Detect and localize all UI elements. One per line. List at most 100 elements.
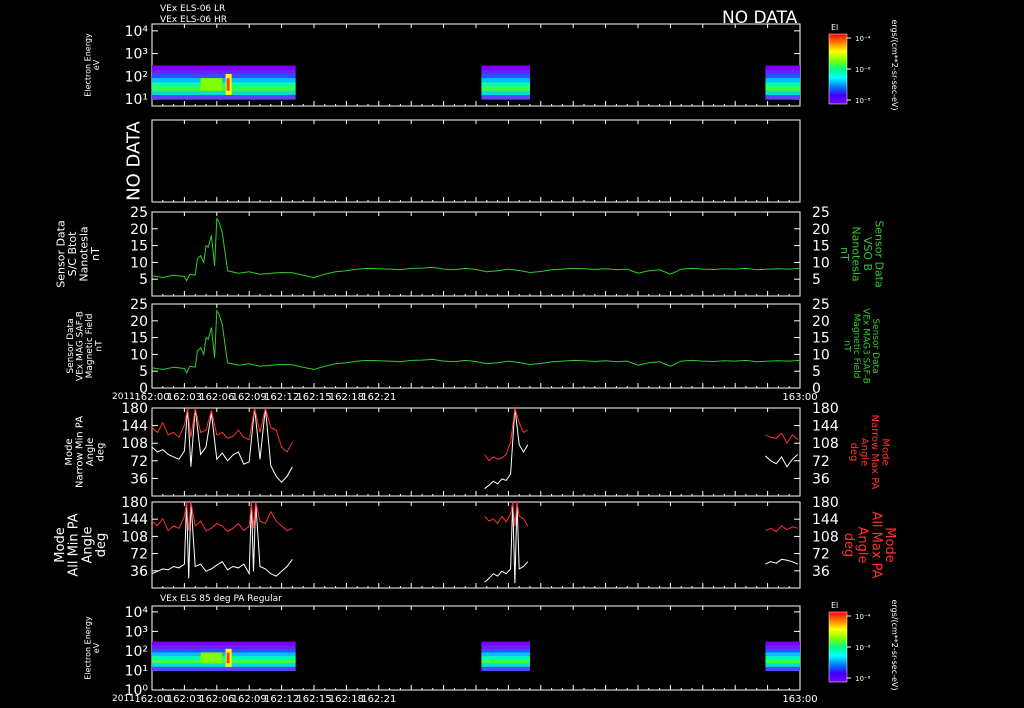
y-tick-label: 108 <box>121 529 148 545</box>
y-tick-label: 25 <box>130 297 148 313</box>
y-tick-label: 5 <box>139 272 148 288</box>
ylabel-bottom-line: eV <box>92 642 101 653</box>
time-tick-label: 162:12 <box>264 694 299 705</box>
spectrogram-band <box>481 648 530 653</box>
y-tick-label: 108 <box>121 436 148 452</box>
pa-all-series-5 <box>765 525 798 533</box>
nodata-panel-label-line: NO DATA <box>123 120 144 200</box>
ylabel-top: Electron Energy eV <box>84 33 101 97</box>
spectrogram-band <box>765 78 800 83</box>
time-tick-label: 162:21 <box>361 392 396 403</box>
y-tick-label-right: 144 <box>812 512 839 528</box>
spectrogram-peak <box>226 78 230 91</box>
y-tick-label-right: 36 <box>812 471 830 487</box>
spectrogram-band <box>765 663 800 668</box>
colorbar-tick-label: 10⁻⁶ <box>855 644 871 652</box>
y-tick-label-right: 15 <box>812 331 830 347</box>
spectrogram-band <box>152 652 296 657</box>
y-tick-label: 10⁴ <box>125 605 149 621</box>
spectrogram-band <box>481 666 530 671</box>
spectrogram-band <box>481 663 530 668</box>
y-tick-label: 5 <box>139 364 148 380</box>
colorbar-tick-label: 10⁻⁸ <box>855 675 871 683</box>
pa-narrow-series-5 <box>765 432 799 445</box>
y-tick-label: 10⁴ <box>125 24 149 40</box>
spectrogram-band <box>152 648 296 653</box>
panel-frame-pal <box>151 501 801 589</box>
y-tick-label-right: 20 <box>812 314 830 330</box>
ylabel-bsc-right-line: nT <box>838 247 851 261</box>
spectrogram-band <box>481 656 530 661</box>
spectrogram-band <box>765 94 800 100</box>
y-tick-label: 15 <box>130 331 148 347</box>
pa-all-series-3 <box>484 501 529 527</box>
bmag-mag-series-0 <box>151 309 801 375</box>
ylabel-bmag-left: Sensor Data VEx MAG SAF-B Magnetic Field nT <box>66 311 104 381</box>
spectrogram-band <box>481 69 530 75</box>
colorbar-tick-label: 10⁻⁴ <box>855 35 871 43</box>
spectrogram-peak <box>200 78 223 91</box>
ylabel-bmag-right-line: nT <box>842 340 852 352</box>
ylabel-pal-right-line: deg <box>841 533 856 558</box>
y-tick-label: 15 <box>130 239 148 255</box>
year-label-2: 2011 <box>112 694 135 704</box>
spectrogram-band <box>481 90 530 96</box>
panel-frame-bmag <box>151 303 801 389</box>
ylabel-pan-right-line: deg <box>848 443 859 462</box>
y-tick-label: 25 <box>130 205 148 221</box>
spectrogram-band <box>765 65 800 71</box>
y-tick-label-right: 36 <box>812 564 830 580</box>
spectrogram-band <box>765 82 800 88</box>
spectrogram-band <box>765 659 800 664</box>
colorbar-top: El 10⁻⁴ 10⁻⁶ 10⁻⁸ <box>828 23 871 105</box>
spectrogram-band <box>765 666 800 671</box>
spectrogram-band <box>152 663 296 668</box>
spectrogram-band <box>765 641 800 646</box>
time-tick-label: 162:12 <box>264 392 299 403</box>
ylabel-bsc-left: Sensor DataS/C BtotNanoteslanT <box>55 220 103 287</box>
y-tick-label-right: 10 <box>812 347 830 363</box>
time-tick-label: 162:21 <box>361 694 396 705</box>
panel-frame-pan <box>151 407 801 497</box>
time-tick-label: 162:18 <box>329 694 364 705</box>
colorbar-unit-top-line: ergs/(cm**2-sr-sec-eV) <box>890 19 899 110</box>
y-tick-label: 10³ <box>125 47 148 63</box>
ylabel-pan-right-line: Narrow Max PA <box>869 415 880 490</box>
time-tick-label: 162:15 <box>296 392 331 403</box>
ylabel-pal-right: ModeAll Max PAAngledeg <box>841 511 897 578</box>
spectrogram-band <box>481 73 530 79</box>
time-tick-label: 162:18 <box>329 392 364 403</box>
ylabel-pan-left-line: Narrow Min PA <box>74 416 85 488</box>
pa-narrow-series-4 <box>765 454 799 468</box>
colorbar-bottom: El 10⁻⁴ 10⁻⁶ 10⁻⁸ <box>828 601 871 683</box>
spectrogram-band <box>481 641 530 646</box>
ylabel-pan-right: ModeNarrow Max PAAngledeg <box>848 415 891 490</box>
ylabel-pal-left: ModeAll Min PAAngledeg <box>53 513 109 576</box>
colorbar-tick-label: 10⁻⁴ <box>855 613 871 621</box>
panel-frame-bsc <box>151 211 801 297</box>
spectrogram-band <box>481 659 530 664</box>
colorbar-gradient <box>828 33 848 105</box>
bottom-panel-title: VEx ELS 85 deg PA Regular <box>160 594 282 604</box>
time-tick-label: 162:09 <box>232 694 267 705</box>
y-tick-label-right: 108 <box>812 529 839 545</box>
ylabel-bottom: Electron Energy eV <box>84 616 101 680</box>
ylabel-pan-left-line: Angle <box>85 438 96 466</box>
pa-all-series-2 <box>484 501 529 584</box>
colorbar-tick-label: 10⁻⁶ <box>855 66 871 74</box>
ylabel-pan-right-line: Mode <box>879 438 890 465</box>
y-tick-label-right: 72 <box>812 454 830 470</box>
spectrogram-band <box>152 65 296 71</box>
time-tick-label: 163:00 <box>782 694 817 705</box>
y-tick-label: 0 <box>139 381 148 397</box>
ylabel-bsc-right: Sensor DataVSO BNanoteslanT <box>838 220 886 287</box>
ylabel-bmag-left-line: nT <box>94 340 104 352</box>
pa-narrow-series-0 <box>151 407 293 484</box>
time-tick-label: 162:15 <box>296 694 331 705</box>
y-tick-label: 144 <box>121 419 148 435</box>
time-tick-label: 162:06 <box>199 392 234 403</box>
colorbar-unit-bottom: ergs/(cm**2-sr-sec-eV) <box>890 599 899 690</box>
y-tick-label: 10¹ <box>125 92 148 108</box>
spectrogram-top <box>152 65 800 100</box>
spectrogram-band <box>481 78 530 83</box>
